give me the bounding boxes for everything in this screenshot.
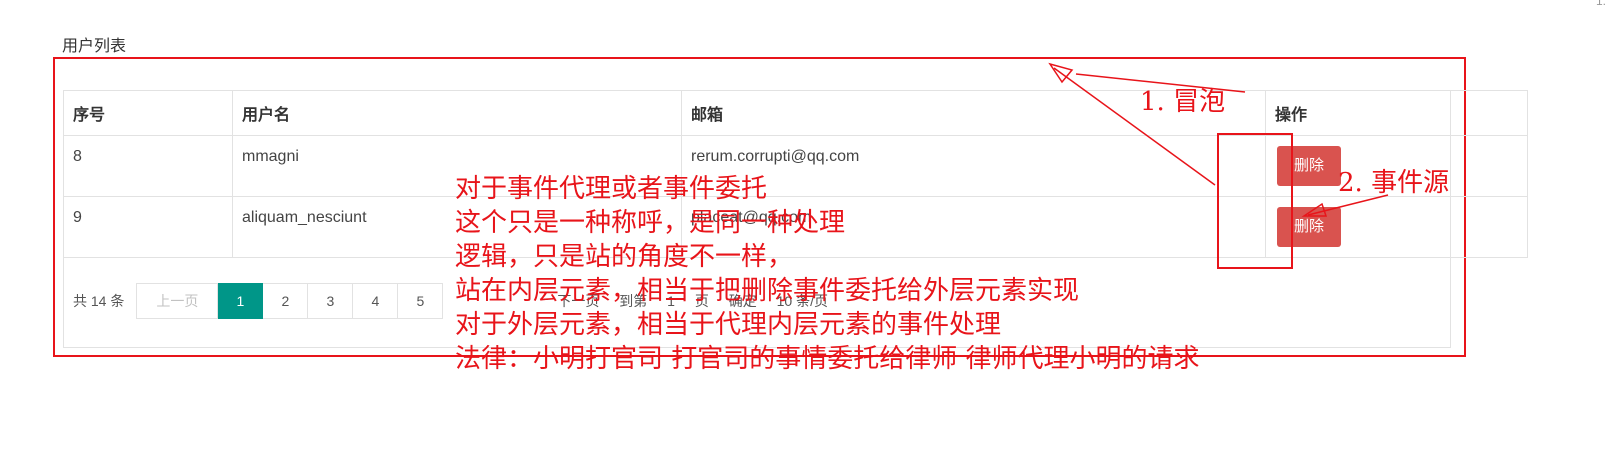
annotation-line: 逻辑，只是站的角度不一样， bbox=[455, 242, 794, 272]
corner-text: 1: bbox=[1595, 0, 1606, 8]
header-action: 操作 bbox=[1265, 90, 1528, 136]
annotation-explanation: 对于事件代理或者事件委托 这个只是一种称呼，是同一种处理 逻辑，只是站的角度不一… bbox=[455, 172, 1200, 376]
annotation-line: 站在内层元素，相当于把删除事件委托给外层元素实现 bbox=[455, 276, 1080, 306]
page-title: 用户列表 bbox=[62, 38, 127, 55]
annotation-line: 对于外层元素，相当于代理内层元素的事件处理 bbox=[455, 310, 1002, 340]
pager-page-5[interactable]: 5 bbox=[398, 283, 444, 319]
table-header-row: 序号 用户名 邮箱 操作 bbox=[63, 90, 1528, 136]
annotation-source-box bbox=[1217, 133, 1293, 269]
cell-id: 8 bbox=[63, 135, 233, 197]
cell-id: 9 bbox=[63, 196, 233, 258]
pager-page-4[interactable]: 4 bbox=[353, 283, 399, 319]
pager-page-2[interactable]: 2 bbox=[263, 283, 309, 319]
annotation-line: 对于事件代理或者事件委托 bbox=[455, 174, 768, 204]
pager-total: 共 14 条 bbox=[73, 293, 125, 309]
header-id: 序号 bbox=[63, 90, 233, 136]
cell-action: 删除 bbox=[1265, 196, 1528, 258]
header-username: 用户名 bbox=[232, 90, 682, 136]
annotation-bubble-label: 1. 冒泡 bbox=[1140, 87, 1226, 117]
annotation-line: 这个只是一种称呼，是同一种处理 bbox=[455, 208, 846, 238]
annotation-source-label: 2. 事件源 bbox=[1338, 168, 1450, 198]
annotation-line: 法律：小明打官司 打官司的事情委托给律师 律师代理小明的请求 bbox=[455, 344, 1200, 374]
pager-page-3[interactable]: 3 bbox=[308, 283, 354, 319]
pager-prev-button[interactable]: 上一页 bbox=[136, 283, 219, 319]
pager-page-1[interactable]: 1 bbox=[218, 283, 264, 319]
